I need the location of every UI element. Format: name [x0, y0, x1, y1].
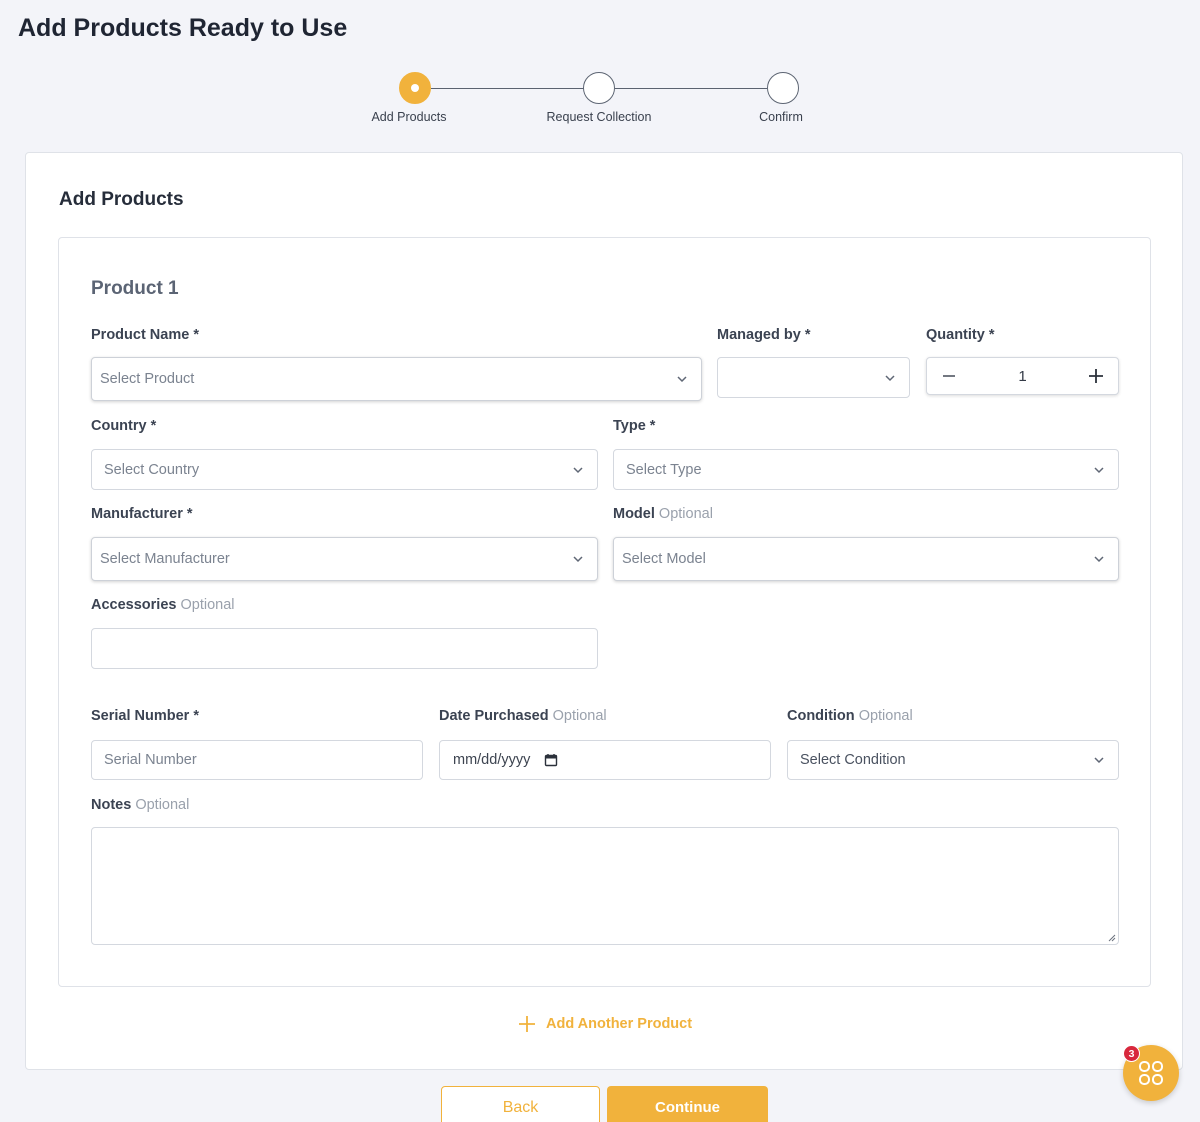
chevron-down-icon	[573, 466, 583, 473]
manufacturer-select[interactable]: Select Manufacturer	[91, 537, 598, 581]
notes-label-text: Notes	[91, 797, 132, 813]
product-name-placeholder: Select Product	[100, 371, 195, 387]
step-2-indicator	[583, 72, 615, 104]
manufacturer-label: Manufacturer *	[91, 506, 193, 522]
country-label: Country *	[91, 418, 157, 434]
add-another-product-button[interactable]: Add Another Product	[518, 1015, 692, 1033]
model-placeholder: Select Model	[622, 551, 706, 567]
model-select[interactable]: Select Model	[613, 537, 1119, 581]
chevron-down-icon	[1094, 757, 1104, 764]
date-placeholder: mm/dd/yyyy	[453, 752, 531, 768]
calendar-icon[interactable]	[544, 753, 558, 767]
stepper-connector	[615, 88, 767, 89]
add-products-card: Add Products Product 1 Product Name * Se…	[25, 152, 1183, 1070]
quantity-label: Quantity *	[926, 327, 995, 343]
stepper-connector	[431, 88, 584, 89]
condition-value: Select Condition	[800, 752, 906, 768]
quantity-stepper[interactable]: 1	[926, 357, 1119, 395]
date-purchased-optional-text: Optional	[552, 708, 607, 724]
accessories-label-text: Accessories	[91, 597, 177, 613]
back-label: Back	[502, 1099, 539, 1116]
accessories-input[interactable]	[91, 628, 598, 669]
condition-select[interactable]: Select Condition	[787, 740, 1119, 780]
chevron-down-icon	[1094, 556, 1104, 563]
date-purchased-label-text: Date Purchased	[439, 708, 549, 724]
condition-optional-text: Optional	[858, 708, 913, 724]
type-select[interactable]: Select Type	[613, 449, 1119, 490]
product-name-select[interactable]: Select Product	[91, 357, 702, 401]
product-title: Product 1	[91, 278, 179, 299]
date-purchased-input[interactable]: mm/dd/yyyy	[439, 740, 771, 780]
step-3-label: Confirm	[759, 110, 803, 124]
minus-icon[interactable]	[939, 366, 959, 386]
notes-textarea[interactable]	[91, 827, 1119, 945]
step-2-label: Request Collection	[546, 110, 652, 124]
accessories-label: Accessories Optional	[91, 597, 235, 613]
serial-number-input[interactable]: Serial Number	[91, 740, 423, 780]
date-purchased-label: Date Purchased Optional	[439, 708, 607, 724]
progress-stepper: Add Products Request Collection Confirm	[0, 0, 1200, 140]
notes-optional-text: Optional	[135, 797, 190, 813]
condition-label-text: Condition	[787, 708, 855, 724]
quantity-value[interactable]: 1	[1018, 368, 1026, 385]
notes-label: Notes Optional	[91, 797, 189, 813]
manufacturer-placeholder: Select Manufacturer	[100, 551, 230, 567]
notification-badge: 3	[1123, 1045, 1140, 1062]
resize-handle-icon[interactable]	[1106, 932, 1116, 942]
chevron-down-icon	[677, 376, 687, 383]
managed-by-label: Managed by *	[717, 327, 811, 343]
country-placeholder: Select Country	[104, 461, 200, 478]
back-button[interactable]: Back	[441, 1086, 600, 1122]
grid-icon	[1139, 1061, 1163, 1085]
product-name-label: Product Name *	[91, 327, 199, 343]
serial-number-label: Serial Number *	[91, 708, 199, 724]
add-another-label: Add Another Product	[546, 1016, 693, 1032]
product-form: Product 1 Product Name * Select Product …	[58, 237, 1151, 987]
model-label-text: Model	[613, 506, 655, 522]
managed-by-select[interactable]	[717, 357, 910, 398]
step-3-indicator	[767, 72, 799, 104]
serial-number-placeholder: Serial Number	[104, 752, 197, 768]
country-select[interactable]: Select Country	[91, 449, 598, 490]
chevron-down-icon	[1094, 466, 1104, 473]
condition-label: Condition Optional	[787, 708, 913, 724]
chevron-down-icon	[573, 556, 583, 563]
continue-label: Continue	[655, 1099, 720, 1116]
plus-icon	[519, 1016, 535, 1032]
model-optional-text: Optional	[658, 506, 713, 522]
type-placeholder: Select Type	[626, 461, 702, 478]
accessories-optional-text: Optional	[180, 597, 235, 613]
plus-icon[interactable]	[1086, 366, 1106, 386]
model-label: Model Optional	[613, 506, 713, 522]
continue-button[interactable]: Continue	[607, 1086, 768, 1122]
step-1-label: Add Products	[371, 110, 447, 124]
card-title: Add Products	[59, 189, 184, 210]
type-label: Type *	[613, 418, 656, 434]
chevron-down-icon	[885, 374, 895, 381]
step-1-indicator	[399, 72, 431, 104]
